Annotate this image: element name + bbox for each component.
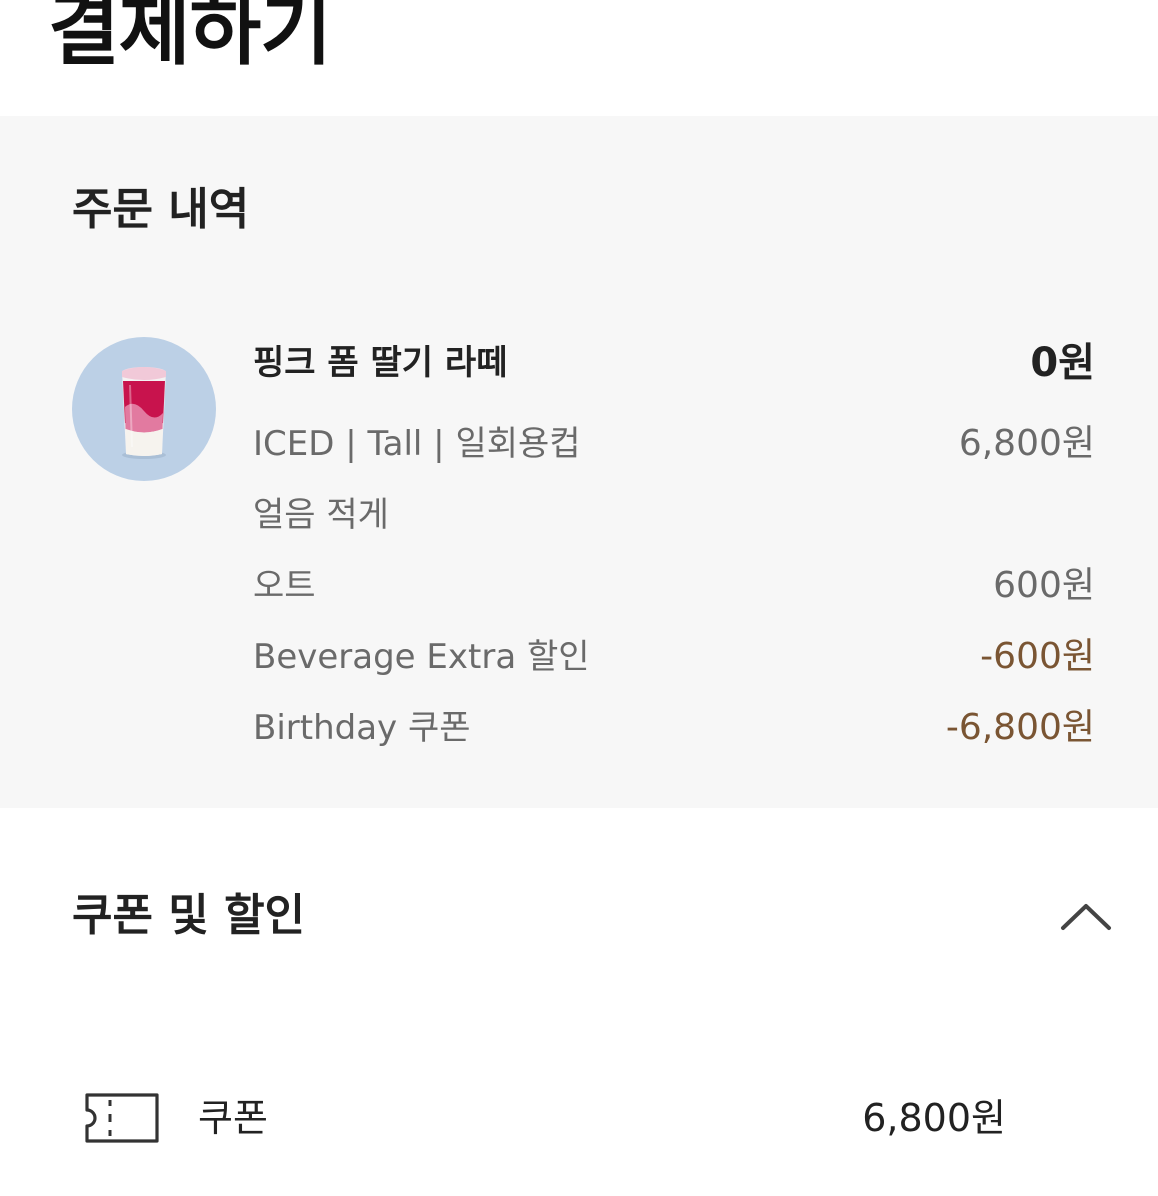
- coupon-section-title: 쿠폰 및 할인: [72, 890, 306, 941]
- order-detail-row: 오트 600원: [253, 559, 1095, 606]
- coupon-label: 쿠폰: [198, 1096, 268, 1140]
- product-image: [72, 337, 216, 481]
- detail-label: Birthday 쿠폰: [253, 707, 471, 748]
- product-name: 핑크 폼 딸기 라떼: [253, 343, 508, 383]
- coupon-row[interactable]: 쿠폰 6,800원: [84, 1090, 1006, 1146]
- detail-value: 600원: [993, 565, 1095, 606]
- discount-value: -600원: [980, 636, 1095, 677]
- chevron-up-icon[interactable]: [1058, 896, 1114, 936]
- order-detail-row: 얼음 적게: [253, 488, 1095, 535]
- order-details-section: 주문 내역 핑크 폼 딸기 라떼 0원 ICED | Tall | 일회용컵 6…: [0, 116, 1158, 808]
- latte-drink-icon: [122, 367, 166, 459]
- detail-label: 오트: [253, 565, 316, 606]
- ticket-icon: [85, 1093, 159, 1143]
- page-title: 결제하기: [48, 0, 332, 76]
- discount-value: -6,800원: [945, 707, 1095, 748]
- detail-label: 얼음 적게: [253, 494, 389, 535]
- detail-label: Beverage Extra 할인: [253, 636, 590, 677]
- order-detail-row: Beverage Extra 할인 -600원: [253, 630, 1095, 677]
- order-detail-row: Birthday 쿠폰 -6,800원: [253, 701, 1095, 748]
- checkout-page: 결제하기 주문 내역 핑크 폼 딸기 라떼 0원 ICED | Tall | 일…: [0, 0, 1158, 1196]
- detail-label: ICED | Tall | 일회용컵: [253, 423, 581, 464]
- order-detail-row: ICED | Tall | 일회용컵 6,800원: [253, 417, 1095, 464]
- detail-value: 6,800원: [958, 423, 1095, 464]
- coupon-value: 6,800원: [862, 1096, 1006, 1140]
- order-section-title: 주문 내역: [72, 184, 250, 235]
- product-price: 0원: [1030, 340, 1095, 386]
